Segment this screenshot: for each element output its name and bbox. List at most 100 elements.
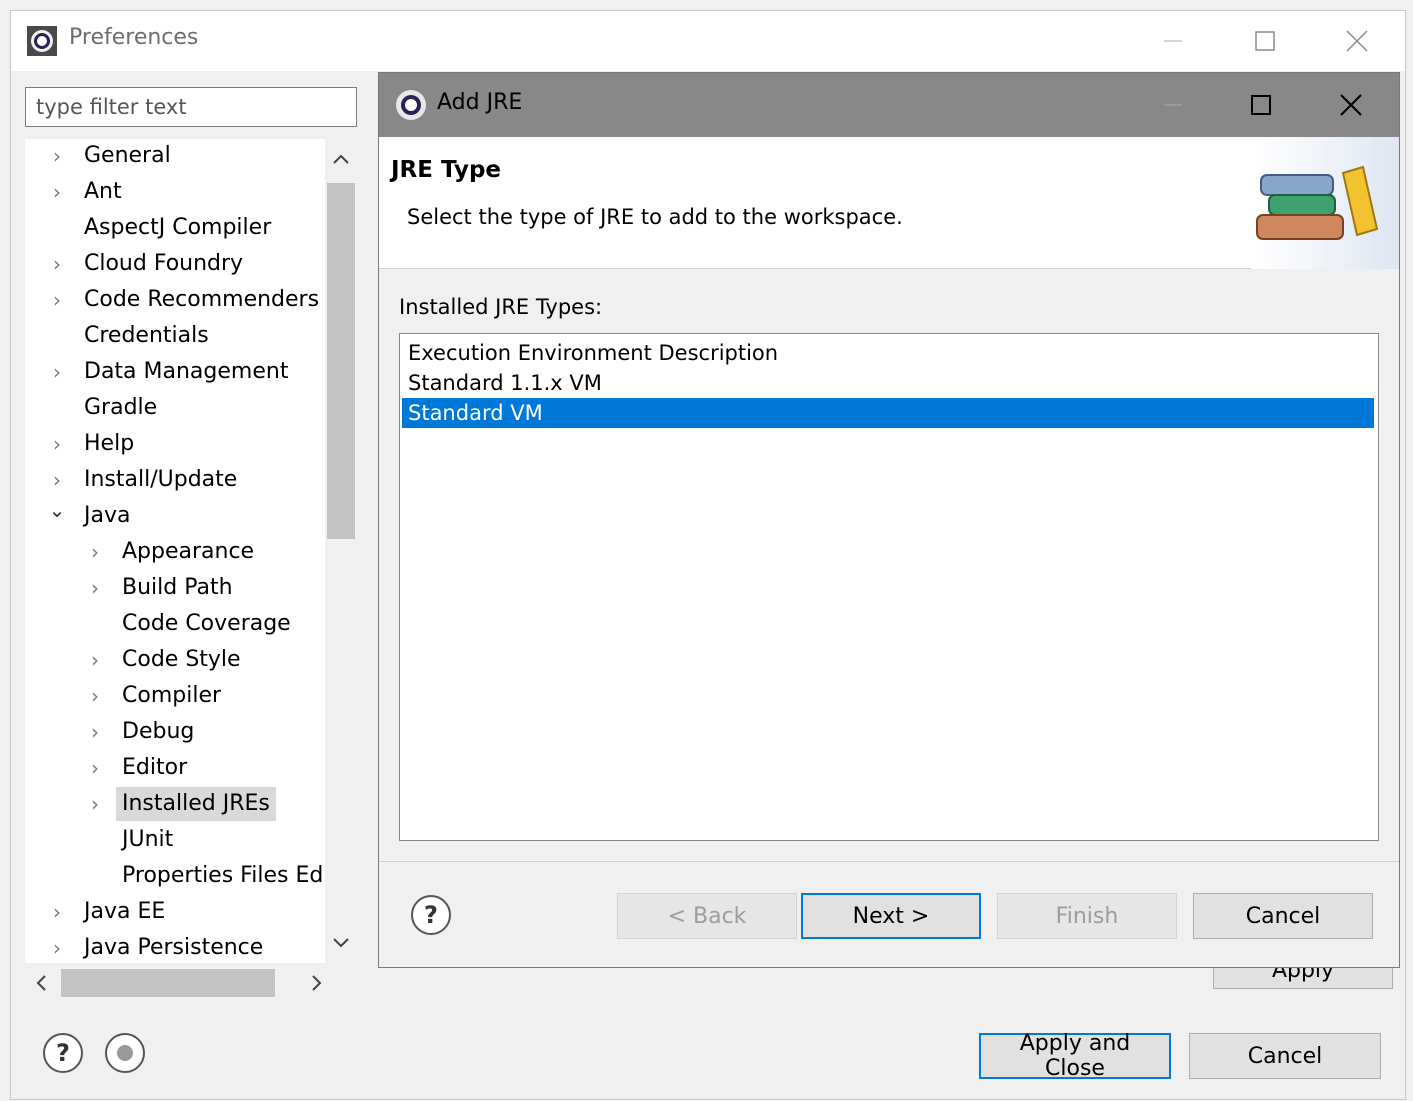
filter-input[interactable]: [25, 87, 357, 127]
tree-item[interactable]: › Data Management: [25, 355, 325, 391]
dialog-close-button[interactable]: [1309, 73, 1393, 137]
tree-item-label: Install/Update: [84, 467, 238, 492]
tree-vertical-scroll-thumb[interactable]: [327, 183, 355, 539]
tree-item[interactable]: ⌄ Java: [25, 499, 325, 535]
scroll-up-icon[interactable]: [332, 153, 350, 165]
maximize-icon: [1255, 31, 1275, 51]
tree-item-label: AspectJ Compiler: [84, 215, 272, 240]
record-macro-icon[interactable]: [105, 1033, 145, 1073]
installed-jre-types-label: Installed JRE Types:: [399, 295, 603, 319]
dialog-minimize-button[interactable]: [1131, 73, 1215, 137]
tree-item[interactable]: › Appearance: [25, 535, 325, 571]
wizard-page-description: Select the type of JRE to add to the wor…: [407, 205, 903, 229]
tree-item[interactable]: Properties Files Editc: [25, 859, 325, 895]
chevron-right-icon[interactable]: ›: [47, 427, 67, 461]
wizard-banner: JRE Type Select the type of JRE to add t…: [379, 137, 1399, 269]
tree-item-label: JUnit: [122, 827, 174, 852]
tree-item[interactable]: JUnit: [25, 823, 325, 859]
tree-item-label: Help: [84, 431, 135, 456]
tree-item-label: Code Style: [122, 647, 241, 672]
record-dot-icon: [117, 1045, 133, 1061]
chevron-right-icon[interactable]: ›: [47, 931, 67, 963]
tree-item[interactable]: AspectJ Compiler: [25, 211, 325, 247]
tree-item[interactable]: Credentials: [25, 319, 325, 355]
jre-type-item[interactable]: Execution Environment Description: [402, 338, 1374, 368]
tree-item-label: Data Management: [84, 359, 289, 384]
chevron-right-icon[interactable]: ›: [47, 463, 67, 497]
dialog-titlebar: Add JRE: [379, 73, 1399, 137]
chevron-right-icon[interactable]: ›: [85, 679, 105, 713]
tree-item[interactable]: › Build Path: [25, 571, 325, 607]
tree-item-label: Code Recommenders: [84, 287, 320, 312]
help-icon[interactable]: ?: [43, 1033, 83, 1073]
tree-item-label: Compiler: [122, 683, 222, 708]
chevron-right-icon[interactable]: ›: [85, 535, 105, 569]
tree-item[interactable]: › Debug: [25, 715, 325, 751]
tree-item-label: Credentials: [84, 323, 209, 348]
chevron-right-icon[interactable]: ›: [47, 175, 67, 209]
tree-item[interactable]: › Cloud Foundry: [25, 247, 325, 283]
dialog-help-icon[interactable]: ?: [411, 895, 451, 935]
chevron-right-icon[interactable]: ›: [85, 715, 105, 749]
apply-and-close-button[interactable]: Apply and Close: [979, 1031, 1171, 1081]
tree-item[interactable]: › Installed JREs: [25, 787, 325, 823]
back-button[interactable]: < Back: [617, 893, 797, 939]
scroll-left-icon[interactable]: [35, 974, 47, 992]
tree-item-label: Code Coverage: [122, 611, 291, 636]
close-button[interactable]: [1317, 11, 1397, 71]
dialog-separator: [379, 861, 1399, 862]
tree-item[interactable]: › Code Style: [25, 643, 325, 679]
jre-type-item[interactable]: Standard 1.1.x VM: [402, 368, 1374, 398]
tree-item-label: Java: [84, 503, 131, 528]
tree-item[interactable]: › Help: [25, 427, 325, 463]
chevron-down-icon[interactable]: ⌄: [47, 499, 67, 533]
dialog-cancel-button[interactable]: Cancel: [1193, 893, 1373, 939]
scroll-down-icon[interactable]: [332, 937, 350, 949]
tree-item[interactable]: › Java EE: [25, 895, 325, 931]
jre-type-item[interactable]: Standard VM: [402, 398, 1374, 428]
maximize-button[interactable]: [1225, 11, 1305, 71]
window-title: Preferences: [69, 25, 199, 50]
tree-item[interactable]: Code Coverage: [25, 607, 325, 643]
wizard-page-title: JRE Type: [391, 157, 502, 183]
chevron-right-icon[interactable]: ›: [85, 787, 105, 821]
dialog-title: Add JRE: [437, 90, 523, 115]
scroll-right-icon[interactable]: [311, 974, 323, 992]
tree-item-label: Java EE: [84, 899, 166, 924]
chevron-right-icon[interactable]: ›: [85, 571, 105, 605]
eclipse-gear-icon: [396, 90, 426, 120]
chevron-right-icon[interactable]: ›: [47, 139, 67, 173]
chevron-right-icon[interactable]: ›: [47, 283, 67, 317]
tree-item-label: Properties Files Editc: [122, 863, 325, 888]
jre-library-books-icon: [1251, 137, 1399, 269]
tree-item-label: General: [84, 143, 171, 168]
chevron-right-icon[interactable]: ›: [47, 247, 67, 281]
tree-item[interactable]: › Ant: [25, 175, 325, 211]
tree-item[interactable]: Gradle: [25, 391, 325, 427]
minimize-icon: [1164, 40, 1182, 42]
tree-item[interactable]: › General: [25, 139, 325, 175]
chevron-right-icon[interactable]: ›: [85, 751, 105, 785]
tree-item[interactable]: › Editor: [25, 751, 325, 787]
chevron-right-icon[interactable]: ›: [47, 355, 67, 389]
tree-item[interactable]: › Install/Update: [25, 463, 325, 499]
close-icon: [1346, 30, 1368, 52]
chevron-right-icon[interactable]: ›: [47, 895, 67, 929]
tree-item-label: Build Path: [122, 575, 233, 600]
tree-item[interactable]: › Code Recommenders: [25, 283, 325, 319]
tree-item-label: Gradle: [84, 395, 158, 420]
dialog-maximize-button[interactable]: [1219, 73, 1303, 137]
tree-item-label: Debug: [122, 719, 195, 744]
prefs-cancel-button[interactable]: Cancel: [1189, 1033, 1381, 1079]
tree-item-label: Installed JREs: [116, 787, 276, 821]
preferences-tree: › General › Ant AspectJ Compiler › Cloud Found…: [25, 139, 325, 963]
maximize-icon: [1251, 95, 1271, 115]
minimize-button[interactable]: [1133, 11, 1213, 71]
tree-item[interactable]: › Compiler: [25, 679, 325, 715]
chevron-right-icon[interactable]: ›: [85, 643, 105, 677]
next-button[interactable]: Next >: [801, 893, 981, 939]
tree-horizontal-scroll-thumb[interactable]: [61, 969, 275, 997]
finish-button[interactable]: Finish: [997, 893, 1177, 939]
tree-item-label: Java Persistence: [84, 935, 264, 960]
tree-item[interactable]: › Java Persistence: [25, 931, 325, 963]
